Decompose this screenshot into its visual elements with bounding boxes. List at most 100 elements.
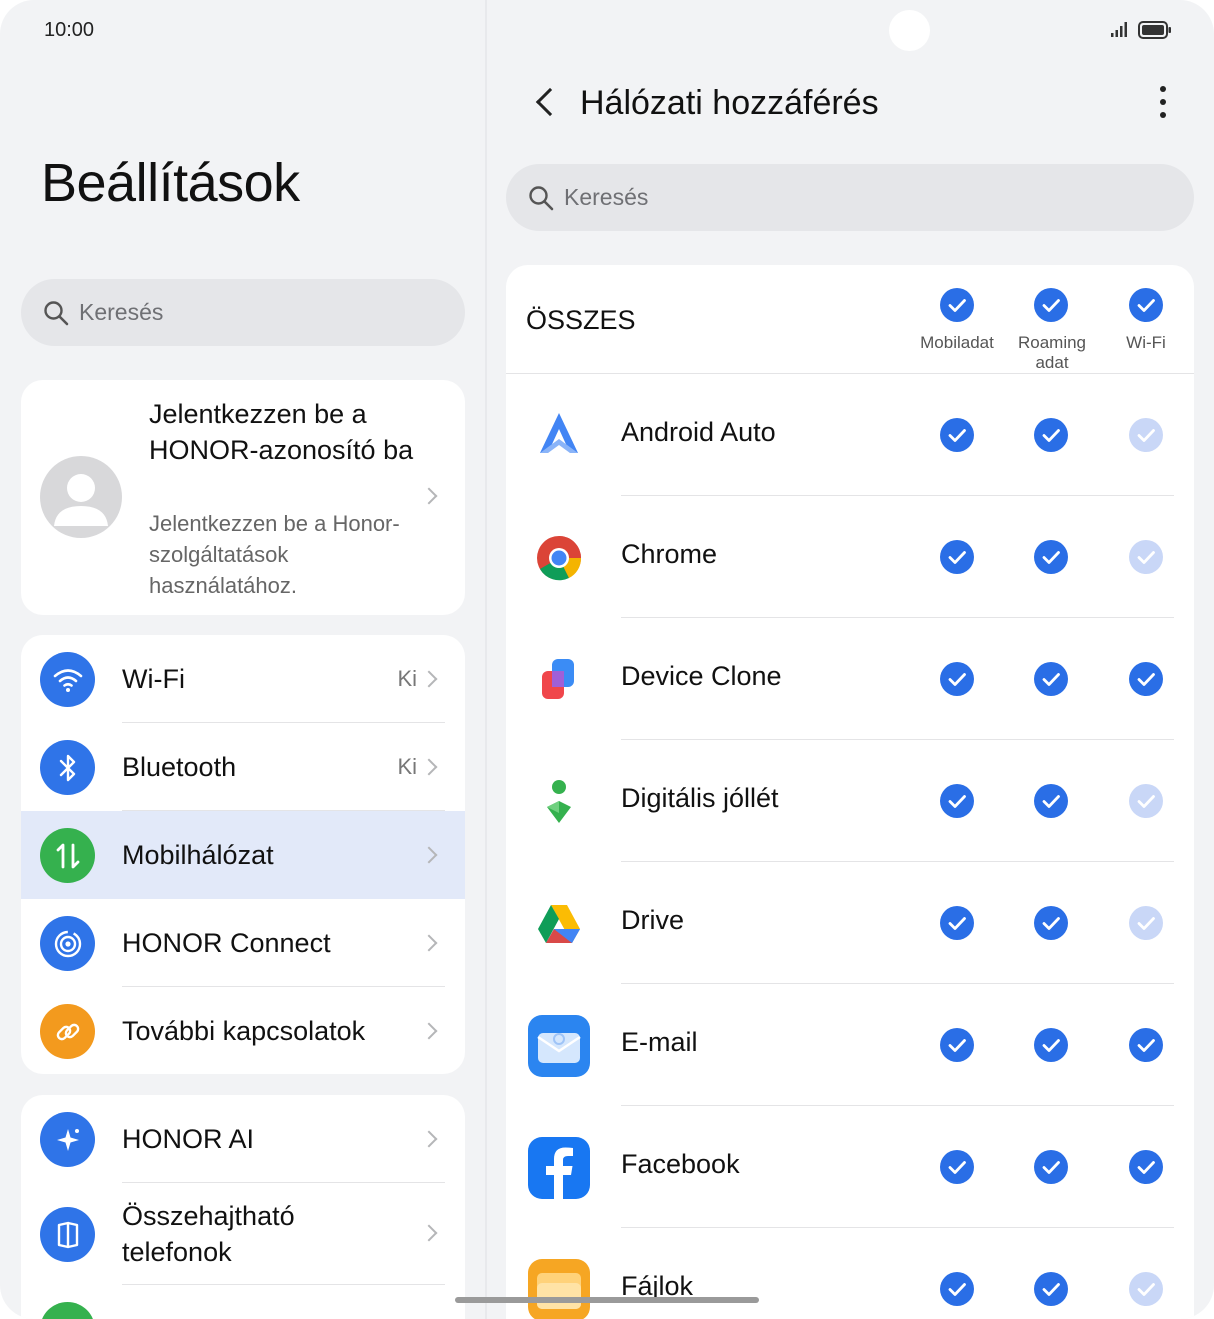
chevron-right-icon <box>420 1130 438 1148</box>
wifi-checkbox[interactable] <box>1129 1150 1163 1184</box>
honor-connect-icon <box>40 916 95 971</box>
more-options-button[interactable] <box>1160 86 1166 125</box>
check-icon <box>948 551 966 564</box>
app-name: Android Auto <box>621 417 776 447</box>
back-button[interactable] <box>535 87 565 117</box>
check-icon <box>1042 673 1060 686</box>
page-title: Hálózati hozzáférés <box>580 84 879 122</box>
wifi-checkbox[interactable] <box>1129 540 1163 574</box>
settings-item-label: Wi-Fi <box>122 663 185 694</box>
settings-item-bluetooth[interactable]: Bluetooth Ki <box>21 723 465 811</box>
app-name: Drive <box>621 905 685 935</box>
check-icon <box>1042 1283 1060 1296</box>
roaming-checkbox[interactable] <box>1034 418 1068 452</box>
wifi-checkbox[interactable] <box>1129 784 1163 818</box>
chevron-right-icon <box>420 846 438 864</box>
settings-item-honor-connect[interactable]: HONOR Connect <box>21 899 465 987</box>
wifi-checkbox[interactable] <box>1129 1272 1163 1306</box>
app-row: Fájlok <box>506 1228 1194 1319</box>
mobile-data-checkbox[interactable] <box>940 784 974 818</box>
settings-item-honor-ai[interactable]: HONOR AI <box>21 1095 465 1183</box>
home-indicator[interactable] <box>455 1297 759 1303</box>
settings-search[interactable]: Keresés <box>21 279 465 346</box>
app-icon <box>528 771 590 833</box>
device-group: HONOR AI Összehajtható telefonok <box>21 1095 465 1319</box>
check-icon <box>948 1161 966 1174</box>
network-access-list: ÖSSZES Mobiladat Roaming adat Wi-Fi Andr… <box>506 265 1194 1319</box>
roaming-checkbox[interactable] <box>1034 1150 1068 1184</box>
wifi-checkbox[interactable] <box>1129 662 1163 696</box>
roaming-checkbox[interactable] <box>1034 1028 1068 1062</box>
app-icon <box>528 405 590 467</box>
mobile-data-checkbox[interactable] <box>940 1150 974 1184</box>
check-icon <box>1042 551 1060 564</box>
check-icon <box>1137 1039 1155 1052</box>
app-row: Android Auto <box>506 374 1194 496</box>
wifi-checkbox[interactable] <box>1129 906 1163 940</box>
check-icon <box>948 429 966 442</box>
mobile-data-checkbox[interactable] <box>940 906 974 940</box>
search-placeholder: Keresés <box>79 299 164 325</box>
mobile-data-checkbox[interactable] <box>940 1272 974 1306</box>
check-icon <box>1042 795 1060 808</box>
app-row: Facebook <box>506 1106 1194 1228</box>
wifi-checkbox[interactable] <box>1129 1028 1163 1062</box>
roaming-checkbox[interactable] <box>1034 1272 1068 1306</box>
chevron-right-icon <box>420 758 438 776</box>
app-icon <box>528 1259 590 1319</box>
column-header-mobile-data: Mobiladat <box>920 333 994 352</box>
ai-sparkle-icon <box>40 1112 95 1167</box>
roaming-checkbox[interactable] <box>1034 906 1068 940</box>
app-name: Device Clone <box>621 661 782 691</box>
check-icon <box>1137 795 1155 808</box>
settings-item-foldable-phones[interactable]: Összehajtható telefonok <box>21 1183 465 1285</box>
app-icon <box>528 1015 590 1077</box>
roaming-checkbox[interactable] <box>1034 784 1068 818</box>
app-search[interactable]: Keresés <box>506 164 1194 231</box>
bluetooth-icon <box>40 740 95 795</box>
connections-group: Wi-Fi Ki Bluetooth Ki Mobilhálózat HONOR… <box>21 635 465 1074</box>
device-screen: 10:00 Beállítások Keresés Jelentkezzen b… <box>0 0 1214 1319</box>
wifi-checkbox[interactable] <box>1129 418 1163 452</box>
chevron-right-icon <box>420 1224 438 1242</box>
avatar <box>40 456 122 538</box>
front-camera <box>889 10 930 51</box>
battery-icon <box>1138 21 1171 39</box>
settings-item-label: HONOR Connect <box>122 927 331 958</box>
search-placeholder: Keresés <box>564 184 649 210</box>
settings-item-mobile-network[interactable]: Mobilhálózat <box>21 811 465 899</box>
settings-item-next[interactable] <box>21 1285 465 1319</box>
roaming-checkbox[interactable] <box>1034 540 1068 574</box>
app-name: E-mail <box>621 1027 698 1057</box>
mobile-data-checkbox[interactable] <box>940 1028 974 1062</box>
all-roaming-checkbox[interactable] <box>1034 288 1068 322</box>
status-icons <box>1110 21 1172 39</box>
all-wifi-checkbox[interactable] <box>1129 288 1163 322</box>
app-icon <box>528 1137 590 1199</box>
settings-item-more-connections[interactable]: További kapcsolatok <box>21 987 465 1074</box>
app-name: Facebook <box>621 1149 740 1179</box>
app-row: Digitális jóllét <box>506 740 1194 862</box>
app-icon <box>528 649 590 711</box>
check-icon <box>1042 1039 1060 1052</box>
settings-item-label: Mobilhálózat <box>122 839 274 870</box>
account-subtitle: Jelentkezzen be a Honor-szolgáltatások h… <box>149 511 400 598</box>
app-icon <box>528 893 590 955</box>
check-icon <box>1042 917 1060 930</box>
foldable-phone-icon <box>40 1207 95 1262</box>
chevron-right-icon <box>420 487 438 505</box>
link-icon <box>40 1004 95 1059</box>
mobile-data-checkbox[interactable] <box>940 662 974 696</box>
check-icon <box>948 795 966 808</box>
settings-item-wifi[interactable]: Wi-Fi Ki <box>21 635 465 723</box>
settings-item-value: Ki <box>397 754 417 779</box>
pane-divider <box>485 0 487 1319</box>
roaming-checkbox[interactable] <box>1034 662 1068 696</box>
mobile-data-checkbox[interactable] <box>940 540 974 574</box>
check-icon <box>1042 1161 1060 1174</box>
settings-item-value: Ki <box>397 666 417 691</box>
all-mobile-data-checkbox[interactable] <box>940 288 974 322</box>
account-card[interactable]: Jelentkezzen be a HONOR-azonosító ba Jel… <box>21 380 465 615</box>
app-row: Drive <box>506 862 1194 984</box>
mobile-data-checkbox[interactable] <box>940 418 974 452</box>
